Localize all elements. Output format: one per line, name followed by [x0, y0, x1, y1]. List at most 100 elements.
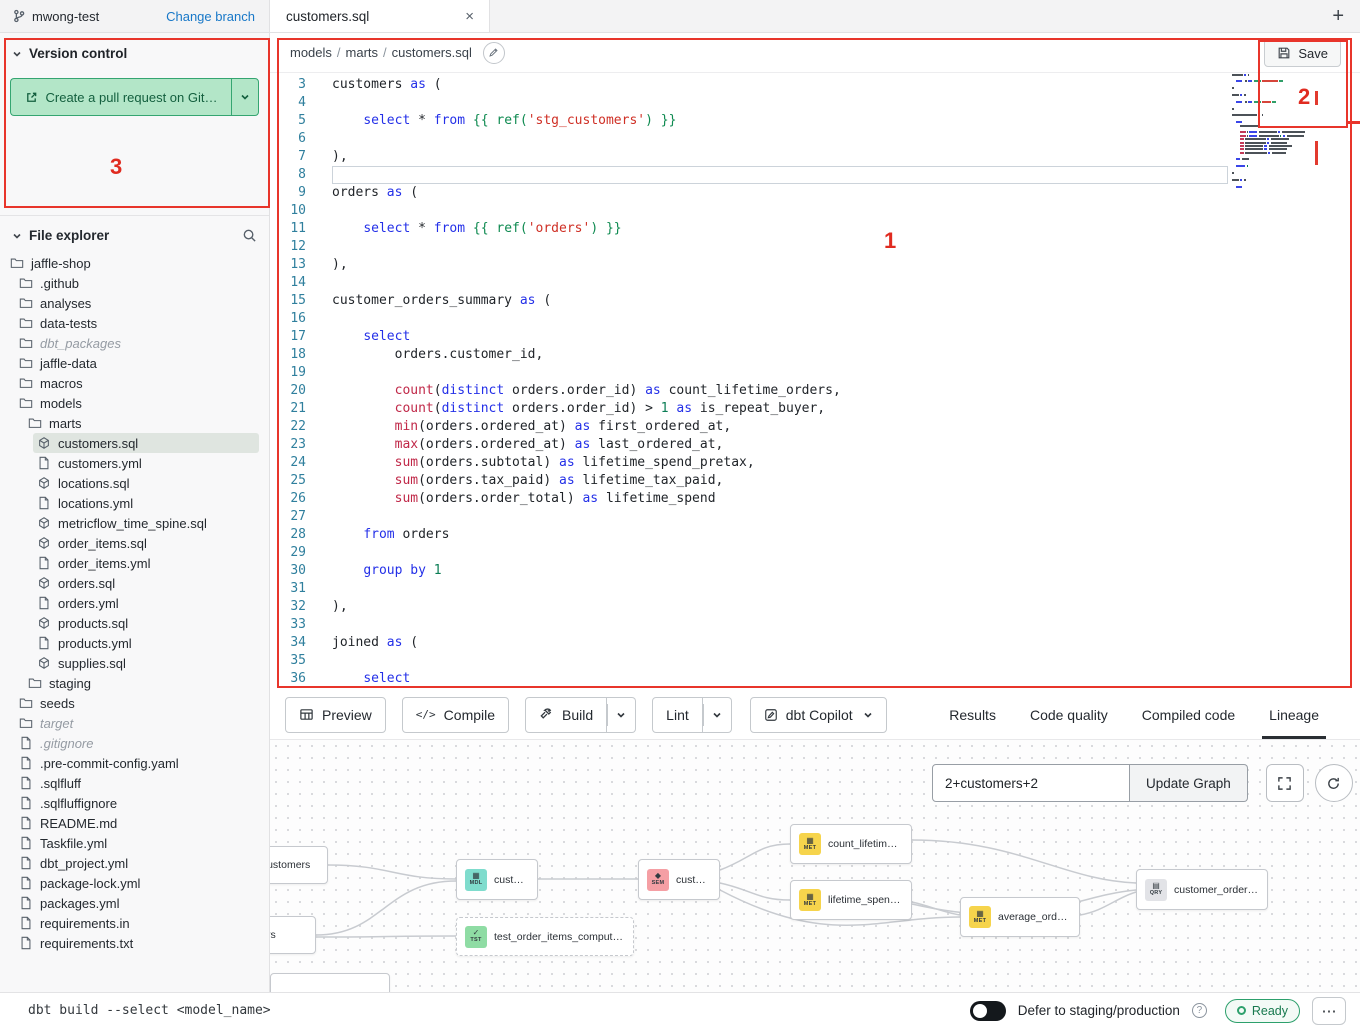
create-pull-request-button[interactable]: Create a pull request on Git…: [10, 78, 231, 116]
more-options-button[interactable]: ⋯: [1312, 997, 1346, 1025]
tree-item-analyses[interactable]: analyses: [0, 293, 269, 313]
code-line-23[interactable]: 23 max(orders.ordered_at) as last_ordere…: [270, 436, 1360, 454]
tree-item-customers.sql[interactable]: customers.sql: [0, 433, 269, 453]
code-line-34[interactable]: 34joined as (: [270, 634, 1360, 652]
breadcrumb-item[interactable]: marts: [346, 45, 379, 60]
tab-compiled-code[interactable]: Compiled code: [1125, 690, 1252, 739]
lineage-node-lifetime_spend_pretax[interactable]: ▦METlifetime_spend_pretax: [790, 880, 912, 920]
defer-toggle[interactable]: [970, 1001, 1006, 1021]
code-line-24[interactable]: 24 sum(orders.subtotal) as lifetime_spen…: [270, 454, 1360, 472]
code-line-9[interactable]: 9orders as (: [270, 184, 1360, 202]
update-graph-button[interactable]: Update Graph: [1130, 764, 1248, 802]
tree-item-order_items.yml[interactable]: order_items.yml: [0, 553, 269, 573]
search-icon[interactable]: [242, 228, 257, 243]
code-line-27[interactable]: 27: [270, 508, 1360, 526]
change-branch-link[interactable]: Change branch: [166, 9, 255, 24]
tree-item-customers.yml[interactable]: customers.yml: [0, 453, 269, 473]
lineage-node-test_order_items_compute_to_bools-[interactable]: ✓TSTtest_order_items_compute_to_bools…: [456, 917, 634, 956]
preview-button[interactable]: Preview: [285, 697, 386, 733]
lint-dropdown-button[interactable]: [703, 697, 732, 733]
tree-item-packages.yml[interactable]: packages.yml: [0, 893, 269, 913]
tree-item-README.md[interactable]: README.md: [0, 813, 269, 833]
tree-item-target[interactable]: target: [0, 713, 269, 733]
new-tab-button[interactable]: +: [1332, 6, 1344, 26]
build-dropdown-button[interactable]: [607, 697, 636, 733]
code-line-11[interactable]: 11 select * from {{ ref('orders') }}: [270, 220, 1360, 238]
tree-item-dbt_packages[interactable]: dbt_packages: [0, 333, 269, 353]
lineage-node-customers[interactable]: ◆SEMcustomers: [638, 859, 720, 900]
tab-code-quality[interactable]: Code quality: [1013, 690, 1125, 739]
help-icon[interactable]: ?: [1192, 1003, 1207, 1018]
tree-item-marts[interactable]: marts: [0, 413, 269, 433]
code-line-17[interactable]: 17 select: [270, 328, 1360, 346]
code-line-22[interactable]: 22 min(orders.ordered_at) as first_order…: [270, 418, 1360, 436]
lint-button[interactable]: Lint: [652, 697, 703, 733]
lineage-node-customers[interactable]: ▦MDLcustomers: [456, 859, 538, 900]
lineage-search-input[interactable]: [932, 764, 1130, 802]
code-line-35[interactable]: 35: [270, 652, 1360, 670]
code-line-28[interactable]: 28 from orders: [270, 526, 1360, 544]
tree-item-orders.yml[interactable]: orders.yml: [0, 593, 269, 613]
tree-item-products.yml[interactable]: products.yml: [0, 633, 269, 653]
tree-item-data-tests[interactable]: data-tests: [0, 313, 269, 333]
code-line-16[interactable]: 16: [270, 310, 1360, 328]
tree-item-supplies.sql[interactable]: supplies.sql: [0, 653, 269, 673]
tree-item-.sqlfluff[interactable]: .sqlfluff: [0, 773, 269, 793]
tab-lineage[interactable]: Lineage: [1252, 690, 1336, 739]
tree-item-locations.sql[interactable]: locations.sql: [0, 473, 269, 493]
code-line-30[interactable]: 30 group by 1: [270, 562, 1360, 580]
pull-request-dropdown-button[interactable]: [231, 78, 259, 116]
tree-item-orders.sql[interactable]: orders.sql: [0, 573, 269, 593]
tree-item-macros[interactable]: macros: [0, 373, 269, 393]
tree-item-.pre-commit-config.yaml[interactable]: .pre-commit-config.yaml: [0, 753, 269, 773]
code-line-8[interactable]: 8: [270, 166, 1360, 184]
build-button[interactable]: Build: [525, 697, 607, 733]
save-button[interactable]: Save: [1264, 39, 1341, 67]
tree-item-seeds[interactable]: seeds: [0, 693, 269, 713]
refresh-button[interactable]: [1315, 764, 1353, 802]
code-line-6[interactable]: 6: [270, 130, 1360, 148]
tree-item-dbt_project.yml[interactable]: dbt_project.yml: [0, 853, 269, 873]
fullscreen-button[interactable]: [1266, 764, 1304, 802]
lineage-node-average_order_value[interactable]: ▦METaverage_order_value: [960, 897, 1080, 937]
tab-customers-sql[interactable]: customers.sql ×: [270, 0, 490, 32]
tree-item-Taskfile.yml[interactable]: Taskfile.yml: [0, 833, 269, 853]
version-control-header[interactable]: Version control: [0, 46, 269, 61]
code-line-29[interactable]: 29: [270, 544, 1360, 562]
tree-item-.sqlfluffignore[interactable]: .sqlfluffignore: [0, 793, 269, 813]
tree-item-order_items.sql[interactable]: order_items.sql: [0, 533, 269, 553]
tab-results[interactable]: Results: [932, 690, 1013, 739]
code-line-4[interactable]: 4: [270, 94, 1360, 112]
code-line-36[interactable]: 36 select: [270, 670, 1360, 688]
file-explorer-header[interactable]: File explorer: [0, 228, 269, 253]
tree-item-.gitignore[interactable]: .gitignore: [0, 733, 269, 753]
lineage-node-orders[interactable]: ▦MDLorders: [270, 916, 316, 954]
lineage-node-partial[interactable]: [270, 973, 390, 992]
code-line-12[interactable]: 12: [270, 238, 1360, 256]
lineage-node-stg_customers[interactable]: ▦MDLstg_customers: [270, 846, 328, 884]
tree-item-locations.yml[interactable]: locations.yml: [0, 493, 269, 513]
code-editor[interactable]: 3customers as (45 select * from {{ ref('…: [270, 73, 1360, 690]
copilot-icon-button[interactable]: [483, 42, 505, 64]
tree-item-models[interactable]: models: [0, 393, 269, 413]
tree-item-.github[interactable]: .github: [0, 273, 269, 293]
code-line-10[interactable]: 10: [270, 202, 1360, 220]
code-line-18[interactable]: 18 orders.customer_id,: [270, 346, 1360, 364]
code-line-33[interactable]: 33: [270, 616, 1360, 634]
code-line-25[interactable]: 25 sum(orders.tax_paid) as lifetime_tax_…: [270, 472, 1360, 490]
code-line-5[interactable]: 5 select * from {{ ref('stg_customers') …: [270, 112, 1360, 130]
lineage-node-count_lifetime_orders[interactable]: ▦METcount_lifetime_orders: [790, 824, 912, 864]
tree-item-jaffle-data[interactable]: jaffle-data: [0, 353, 269, 373]
code-line-7[interactable]: 7),: [270, 148, 1360, 166]
tree-item-jaffle-shop[interactable]: jaffle-shop: [0, 253, 269, 273]
dbt-copilot-button[interactable]: dbt Copilot: [750, 697, 887, 733]
code-line-19[interactable]: 19: [270, 364, 1360, 382]
code-line-13[interactable]: 13),: [270, 256, 1360, 274]
close-icon[interactable]: ×: [462, 8, 477, 25]
lineage-node-customer_order_metrics[interactable]: ▤QRYcustomer_order_metrics: [1136, 869, 1268, 910]
tree-item-products.sql[interactable]: products.sql: [0, 613, 269, 633]
tree-item-staging[interactable]: staging: [0, 673, 269, 693]
code-line-26[interactable]: 26 sum(orders.order_total) as lifetime_s…: [270, 490, 1360, 508]
tree-item-requirements.txt[interactable]: requirements.txt: [0, 933, 269, 953]
tree-item-package-lock.yml[interactable]: package-lock.yml: [0, 873, 269, 893]
